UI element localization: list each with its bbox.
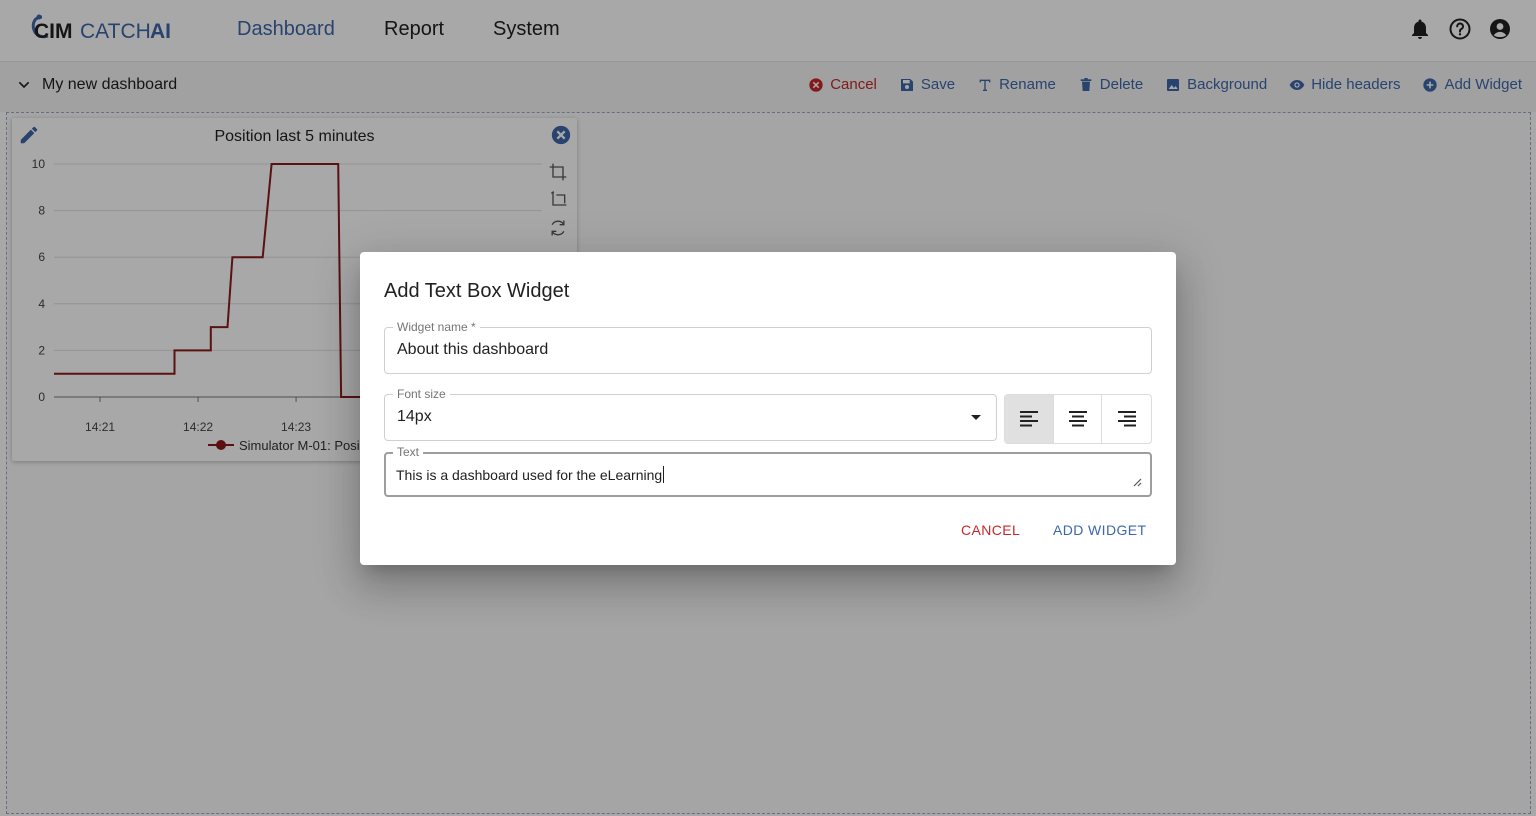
align-left-button[interactable] <box>1005 395 1054 443</box>
text-align-toggle-group <box>1004 394 1152 444</box>
widget-name-field[interactable]: Widget name * About this dashboard <box>384 320 1152 374</box>
align-center-icon <box>1068 411 1087 427</box>
font-size-select[interactable]: Font size 14px <box>384 387 997 441</box>
add-text-box-dialog: Add Text Box Widget Widget name * About … <box>360 252 1176 565</box>
dialog-add-widget-button[interactable]: ADD WIDGET <box>1053 522 1146 538</box>
font-size-label: Font size <box>393 387 450 401</box>
text-value-wrapper: This is a dashboard used for the eLearni… <box>396 466 665 483</box>
text-cursor <box>663 466 665 483</box>
text-label: Text <box>393 445 424 459</box>
dropdown-arrow-icon <box>971 415 981 420</box>
align-right-icon <box>1117 411 1136 427</box>
font-size-value: 14px <box>397 408 432 425</box>
resize-handle-icon[interactable] <box>1132 477 1142 487</box>
align-left-icon <box>1019 411 1038 427</box>
text-area-field[interactable]: Text This is a dashboard used for the eL… <box>384 445 1152 497</box>
align-right-button[interactable] <box>1102 395 1151 443</box>
text-value: This is a dashboard used for the eLearni… <box>396 467 663 483</box>
widget-name-value: About this dashboard <box>397 341 549 358</box>
dialog-title: Add Text Box Widget <box>384 280 570 302</box>
widget-name-label: Widget name * <box>393 320 480 334</box>
align-center-button[interactable] <box>1054 395 1103 443</box>
dialog-cancel-button[interactable]: CANCEL <box>961 522 1020 538</box>
